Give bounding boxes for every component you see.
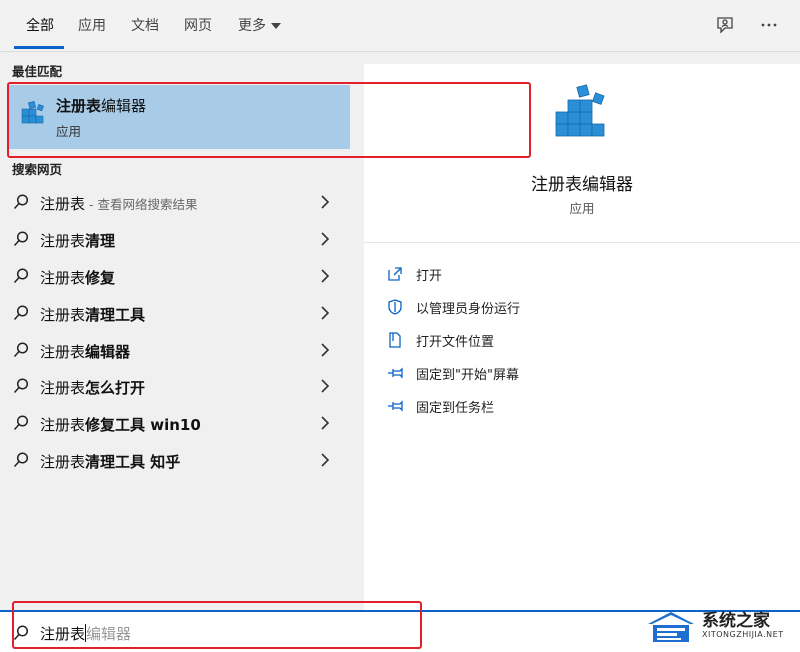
chevron-right-icon — [321, 232, 330, 246]
tab-all[interactable]: 全部 — [26, 16, 54, 36]
active-tab-indicator — [14, 46, 64, 49]
tab-web[interactable]: 网页 — [184, 16, 212, 36]
annotation-highlight-best-match — [7, 82, 531, 158]
web-suggestion-item[interactable]: 注册表修复工具 win10 — [0, 405, 352, 441]
watermark-title: 系统之家 — [702, 611, 770, 631]
tab-documents[interactable]: 文档 — [131, 16, 159, 36]
filter-tab-bar: 全部 应用 文档 网页 更多 — [0, 0, 800, 52]
search-icon — [13, 194, 29, 210]
search-icon — [13, 305, 29, 321]
action-open[interactable]: 打开 — [386, 262, 686, 286]
search-icon — [13, 268, 29, 284]
app-title: 注册表编辑器 — [531, 175, 633, 195]
web-suggestion-item[interactable]: 注册表 - 查看网络搜索结果 — [0, 184, 352, 220]
web-suggestion-item[interactable]: 注册表清理工具 — [0, 295, 352, 331]
registry-editor-icon — [555, 84, 605, 137]
chevron-right-icon — [321, 343, 330, 357]
chevron-right-icon — [321, 306, 330, 320]
open-icon — [388, 267, 402, 281]
action-run-as-admin[interactable]: 以管理员身份运行 — [386, 295, 686, 319]
file-location-icon — [389, 332, 401, 348]
action-pin-to-taskbar[interactable]: 固定到任务栏 — [386, 394, 686, 418]
tab-apps[interactable]: 应用 — [78, 16, 106, 36]
more-options-icon[interactable] — [758, 14, 780, 36]
annotation-highlight-search-bar — [12, 601, 422, 649]
chevron-right-icon — [321, 416, 330, 430]
action-pin-to-start[interactable]: 固定到"开始"屏幕 — [386, 361, 686, 385]
feedback-icon[interactable] — [714, 14, 736, 36]
watermark: 系统之家 XITONGZHIJIA.NET — [640, 602, 798, 650]
app-type: 应用 — [569, 201, 595, 216]
web-suggestion-item[interactable]: 注册表清理工具 知乎 — [0, 442, 352, 478]
best-match-heading: 最佳匹配 — [12, 64, 63, 79]
pin-icon — [388, 367, 403, 379]
chevron-right-icon — [321, 195, 330, 209]
web-suggestion-item[interactable]: 注册表编辑器 — [0, 332, 352, 368]
web-search-heading: 搜索网页 — [12, 162, 63, 177]
watermark-url: XITONGZHIJIA.NET — [702, 630, 784, 639]
chevron-down-icon — [271, 23, 281, 29]
web-suggestion-item[interactable]: 注册表修复 — [0, 258, 352, 294]
chevron-right-icon — [321, 379, 330, 393]
search-icon — [13, 378, 29, 394]
search-icon — [13, 452, 29, 468]
divider — [364, 242, 800, 243]
web-suggestion-item[interactable]: 注册表清理 — [0, 221, 352, 257]
shield-icon — [388, 299, 402, 315]
watermark-logo-icon — [648, 612, 694, 642]
tab-more[interactable]: 更多 — [238, 16, 281, 36]
search-icon — [13, 415, 29, 431]
web-suggestion-item[interactable]: 注册表怎么打开 — [0, 368, 352, 404]
search-icon — [13, 342, 29, 358]
action-open-file-location[interactable]: 打开文件位置 — [386, 328, 686, 352]
pin-icon — [388, 400, 403, 412]
chevron-right-icon — [321, 269, 330, 283]
chevron-right-icon — [321, 453, 330, 467]
search-icon — [13, 231, 29, 247]
